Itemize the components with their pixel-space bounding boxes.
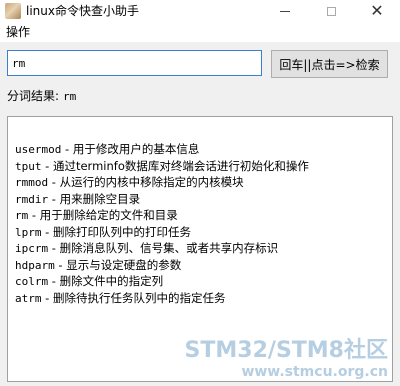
- command-description: 删除打印队列中的打印任务: [52, 224, 191, 239]
- search-input[interactable]: [7, 50, 262, 76]
- results-box[interactable]: usermod - 用于修改用户的基本信息 tput - 通过terminfo数据…: [7, 116, 393, 382]
- list-item: rmmod - 从运行的内核中移除指定的内核模块: [15, 174, 309, 191]
- separator: -: [28, 208, 40, 222]
- separator: -: [54, 257, 67, 272]
- search-button[interactable]: 回车||点击=>检索: [271, 50, 388, 78]
- command-name: lprm: [15, 225, 42, 239]
- window-title: linux命令快查小助手: [26, 4, 139, 18]
- close-button[interactable]: ✕: [354, 0, 400, 22]
- command-description: 用于修改用户的基本信息: [72, 142, 200, 156]
- separator: -: [48, 241, 60, 255]
- command-name: colrm: [15, 275, 49, 288]
- separator: -: [48, 191, 60, 206]
- command-description: 从运行的内核中移除指定的内核模块: [59, 175, 244, 189]
- command-name: hdparm: [15, 258, 55, 272]
- command-name: usermod: [15, 143, 62, 156]
- list-item: tput - 通过terminfo数据库对终端会话进行初始化和操作: [15, 158, 309, 175]
- separator: -: [41, 290, 53, 305]
- list-item: ipcrm - 删除消息队列、信号集、或者共享内存标识: [15, 240, 309, 257]
- minimize-button[interactable]: [262, 0, 308, 22]
- command-name: rm: [15, 209, 29, 222]
- result-list: usermod - 用于修改用户的基本信息 tput - 通过terminfo数据…: [15, 141, 309, 306]
- segmentation-result: 分词结果: rm: [7, 89, 76, 104]
- command-description: 删除消息队列、信号集、或者共享内存标识: [59, 241, 279, 255]
- separator: -: [48, 274, 60, 288]
- separator: -: [61, 142, 73, 156]
- separator: -: [41, 224, 53, 239]
- command-name: atrm: [15, 291, 42, 305]
- separator: -: [48, 175, 60, 189]
- maximize-icon: [326, 6, 336, 16]
- app-photo-icon: [5, 3, 21, 19]
- menu-bar: 操作: [0, 22, 400, 42]
- list-item: rmdir - 用来删除空目录: [15, 191, 309, 208]
- menu-item-operation[interactable]: 操作: [6, 25, 30, 39]
- command-name: tput: [15, 159, 42, 173]
- list-item: lprm - 删除打印队列中的打印任务: [15, 224, 309, 241]
- close-icon: ✕: [370, 1, 384, 20]
- command-name: rmmod: [15, 176, 49, 189]
- segmentation-label: 分词结果:: [7, 89, 60, 103]
- command-description: 显示与设定硬盘的参数: [66, 257, 182, 272]
- segmentation-value: rm: [63, 90, 77, 103]
- command-description: 用于删除给定的文件和目录: [39, 208, 178, 222]
- list-item: atrm - 删除待执行任务队列中的指定任务: [15, 290, 309, 307]
- list-item: rm - 用于删除给定的文件和目录: [15, 207, 309, 224]
- maximize-button[interactable]: [308, 0, 354, 22]
- separator: -: [41, 158, 53, 173]
- list-item: hdparm - 显示与设定硬盘的参数: [15, 257, 309, 274]
- command-description: 删除文件中的指定列: [59, 274, 164, 288]
- command-description: 通过terminfo数据库对终端会话进行初始化和操作: [52, 158, 309, 173]
- command-description: 用来删除空目录: [59, 191, 141, 206]
- minimize-icon: [280, 10, 290, 12]
- command-name: rmdir: [15, 192, 49, 206]
- command-description: 删除待执行任务队列中的指定任务: [52, 290, 226, 305]
- command-name: ipcrm: [15, 242, 49, 255]
- list-item: colrm - 删除文件中的指定列: [15, 273, 309, 290]
- list-item: usermod - 用于修改用户的基本信息: [15, 141, 309, 158]
- title-bar: linux命令快查小助手 ✕: [0, 0, 400, 22]
